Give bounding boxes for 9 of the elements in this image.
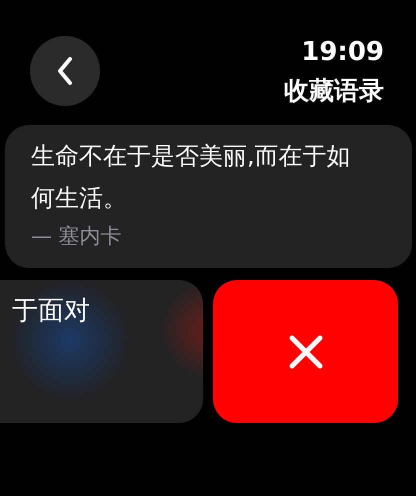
quote-card[interactable]: 于面对	[0, 280, 203, 423]
clock-time: 19:09	[301, 36, 384, 68]
quote-text: 生命不在于是否美丽,而在于如何生活。	[31, 141, 352, 214]
quote-author: — 塞内卡	[31, 223, 123, 250]
close-icon	[288, 334, 322, 368]
quote-card[interactable]: 生命不在于是否美丽,而在于如何生活。 — 塞内卡	[5, 125, 412, 268]
quote-text: 于面对	[12, 295, 91, 328]
chevron-left-icon	[56, 56, 74, 86]
screen-title: 收藏语录	[284, 75, 384, 107]
